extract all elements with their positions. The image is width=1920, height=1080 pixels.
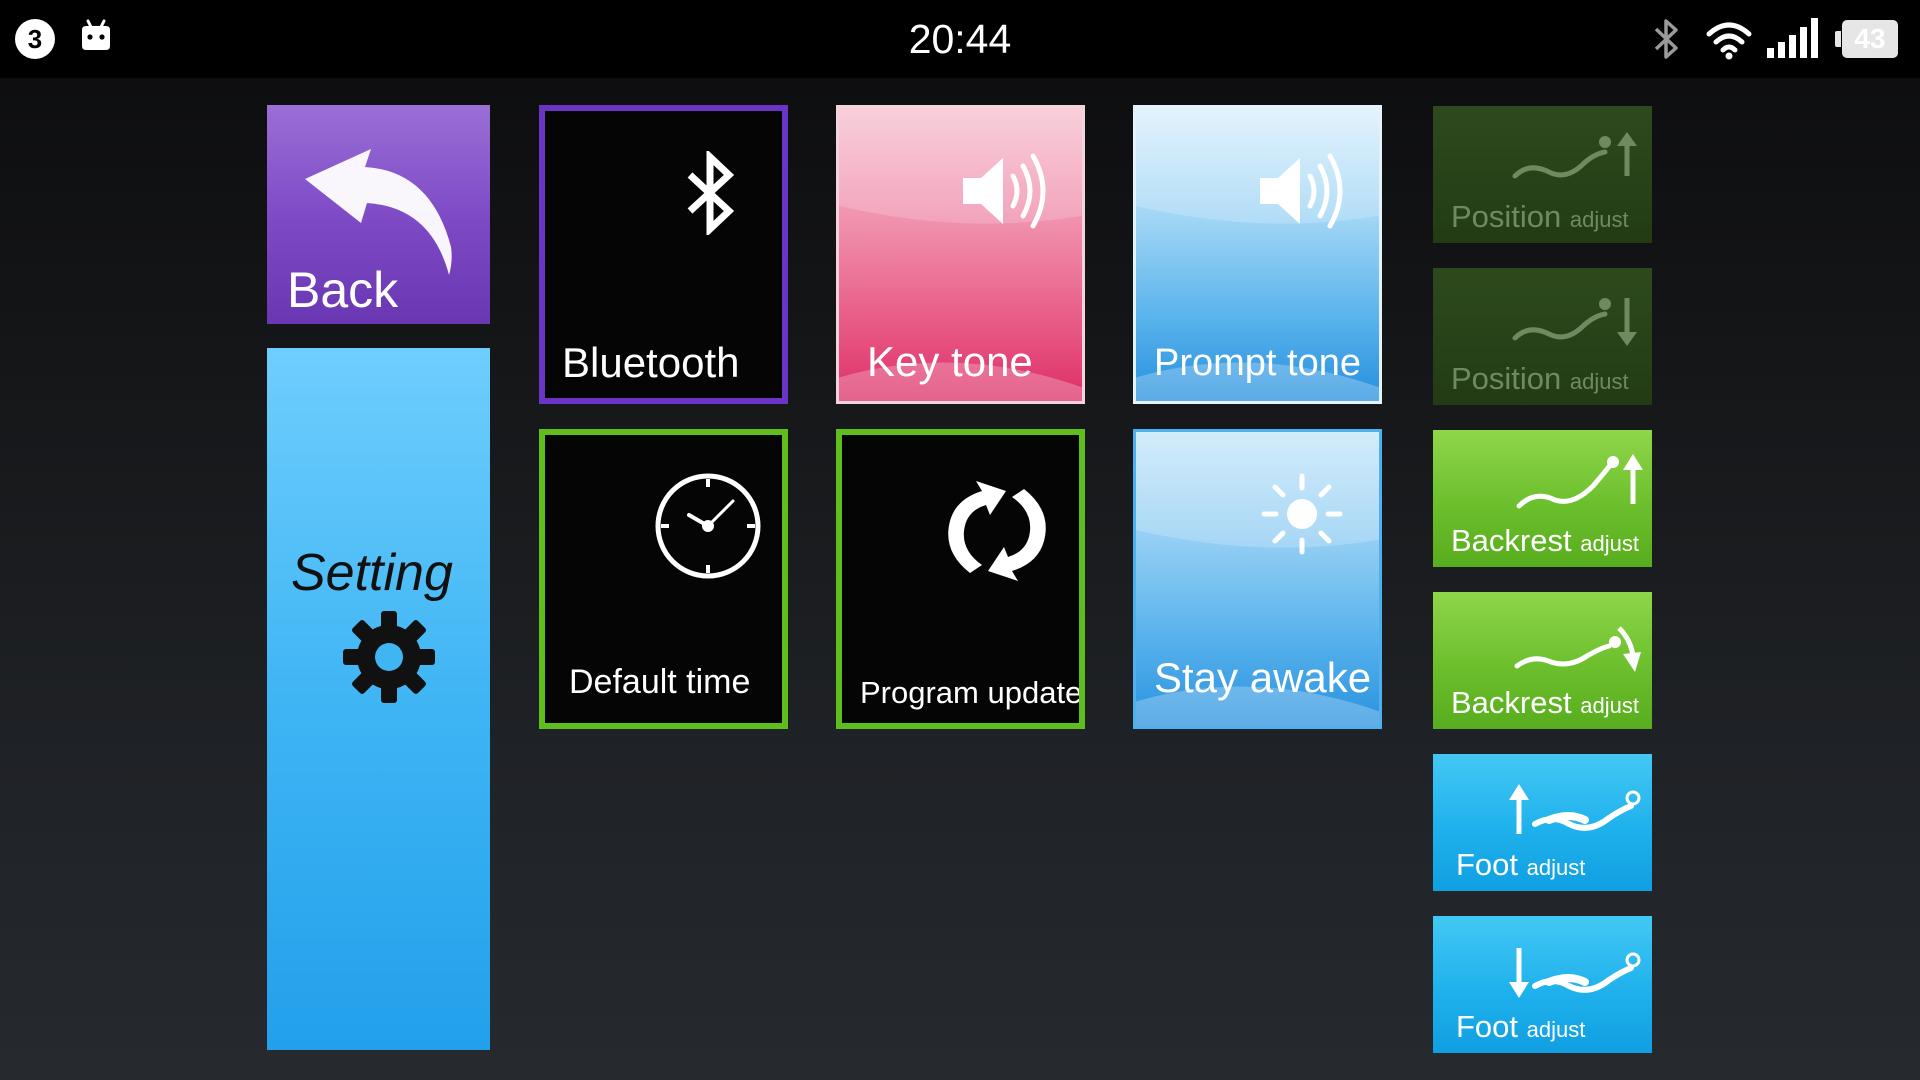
wifi-icon xyxy=(1706,22,1752,60)
recliner-up-icon xyxy=(1512,132,1637,179)
bluetooth-icon xyxy=(1654,19,1678,59)
default-time-tile[interactable]: Default time xyxy=(539,429,788,729)
foot-down-button[interactable]: Foot adjust xyxy=(1433,916,1652,1053)
stay-awake-label: Stay awake xyxy=(1154,654,1372,701)
position-down-button[interactable]: Position adjust xyxy=(1433,268,1652,405)
bluetooth-label: Bluetooth xyxy=(562,339,740,386)
setting-panel: Setting xyxy=(267,348,490,1050)
default-time-label: Default time xyxy=(569,663,751,701)
backrest-up-icon xyxy=(1516,454,1643,509)
key-tone-label: Key tone xyxy=(867,338,1033,385)
clock-icon xyxy=(655,473,761,579)
gear-icon xyxy=(343,611,435,703)
setting-label: Setting xyxy=(291,544,453,602)
position-down-label: Position adjust xyxy=(1451,361,1629,396)
backrest-down-icon xyxy=(1514,626,1641,672)
battery-level: 43 xyxy=(1854,23,1886,54)
signal-icon xyxy=(1767,18,1818,58)
key-tone-tile[interactable]: Key tone xyxy=(836,105,1085,404)
status-bar: 3 20:44 43 xyxy=(0,0,1920,78)
backrest-down-button[interactable]: Backrest adjust xyxy=(1433,592,1652,729)
backrest-up-button[interactable]: Backrest adjust xyxy=(1433,430,1652,567)
bluetooth-tile[interactable]: Bluetooth xyxy=(539,105,788,404)
back-arrow-icon xyxy=(305,149,452,275)
stay-awake-tile[interactable]: Stay awake xyxy=(1133,429,1382,729)
backrest-down-label: Backrest adjust xyxy=(1451,685,1639,720)
clock: 20:44 xyxy=(908,16,1012,62)
backrest-up-label: Backrest adjust xyxy=(1451,523,1639,558)
position-up-label: Position adjust xyxy=(1451,199,1629,234)
speaker-icon xyxy=(963,153,1046,229)
prompt-tone-tile[interactable]: Prompt tone xyxy=(1133,105,1382,404)
prompt-tone-label: Prompt tone xyxy=(1154,342,1361,384)
position-up-button[interactable]: Position adjust xyxy=(1433,106,1652,243)
bluetooth-icon xyxy=(687,151,735,235)
foot-down-icon xyxy=(1509,948,1641,998)
back-label: Back xyxy=(287,262,399,318)
sun-icon xyxy=(1261,473,1343,555)
refresh-icon xyxy=(948,481,1046,581)
foot-down-label: Foot adjust xyxy=(1456,1009,1586,1044)
speaker-icon xyxy=(1260,153,1343,229)
foot-up-label: Foot adjust xyxy=(1456,847,1586,882)
program-update-tile[interactable]: Program update xyxy=(836,429,1085,729)
battery-icon: 43 xyxy=(1835,20,1902,58)
program-update-label: Program update xyxy=(860,675,1083,710)
foot-up-icon xyxy=(1509,784,1641,834)
foot-up-button[interactable]: Foot adjust xyxy=(1433,754,1652,891)
back-button[interactable]: Back xyxy=(267,105,490,324)
recliner-down-icon xyxy=(1512,298,1637,346)
